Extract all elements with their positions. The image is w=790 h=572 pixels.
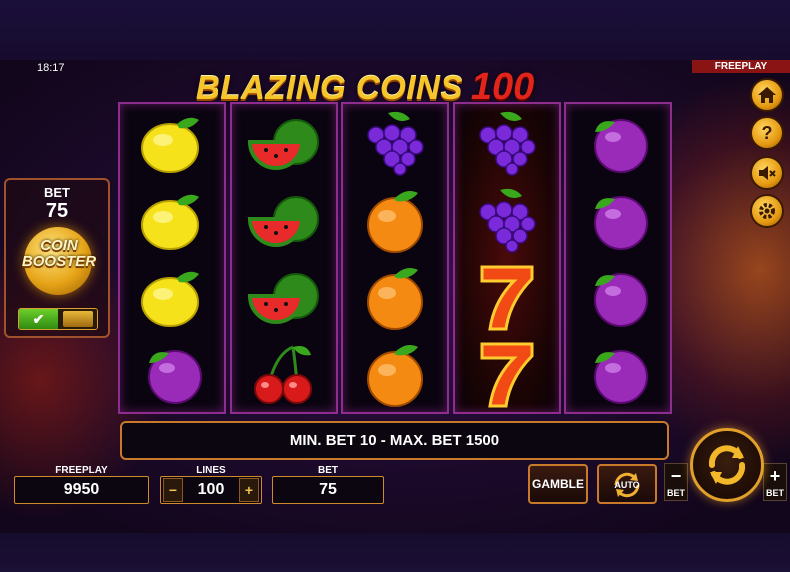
seven-symbol-icon bbox=[455, 258, 559, 335]
settings-button[interactable] bbox=[750, 194, 784, 228]
plum-symbol-icon bbox=[120, 335, 224, 412]
spin-button[interactable] bbox=[690, 428, 764, 502]
seven-symbol-icon bbox=[455, 335, 559, 412]
plum-symbol-icon bbox=[566, 181, 670, 258]
coin-booster-bet-label: BET bbox=[44, 185, 70, 200]
checkmark-icon: ✔ bbox=[19, 309, 58, 329]
auto-button[interactable]: AUTO bbox=[597, 464, 657, 504]
lemon-symbol-icon bbox=[120, 181, 224, 258]
game-stage: 18:17 FREEPLAY BLAZING COINS 100 BET 75 … bbox=[0, 60, 790, 533]
gamble-button[interactable]: GAMBLE bbox=[528, 464, 588, 504]
orange-symbol-icon bbox=[343, 258, 447, 335]
bet-label: BET bbox=[318, 465, 338, 476]
lemon-symbol-icon bbox=[120, 258, 224, 335]
home-icon bbox=[758, 87, 776, 103]
help-icon: ? bbox=[761, 122, 773, 143]
coin-booster-label: COIN BOOSTER bbox=[21, 237, 97, 270]
watermelon-symbol-icon bbox=[232, 104, 336, 181]
bet-limits-message: MIN. BET 10 - MAX. BET 1500 bbox=[120, 421, 669, 460]
watermelon-symbol-icon bbox=[232, 181, 336, 258]
settings-icon bbox=[759, 203, 775, 219]
lines-decrease-button[interactable]: − bbox=[163, 478, 183, 502]
sound-button[interactable] bbox=[750, 156, 784, 190]
freeplay-balance: 9950 bbox=[14, 476, 149, 504]
bet-decrease-caption: BET bbox=[667, 488, 685, 498]
toggle-knob bbox=[58, 309, 97, 329]
home-button[interactable] bbox=[750, 78, 784, 112]
freeplay-label: FREEPLAY bbox=[55, 465, 108, 476]
bet-increase-button[interactable]: + BET bbox=[763, 463, 787, 501]
auto-label: AUTO bbox=[614, 480, 640, 490]
reel-3 bbox=[341, 102, 449, 414]
help-button[interactable]: ? bbox=[750, 116, 784, 150]
plum-symbol-icon bbox=[566, 104, 670, 181]
watermelon-symbol-icon bbox=[232, 258, 336, 335]
bet-increase-symbol: + bbox=[769, 466, 781, 486]
plum-symbol-icon bbox=[566, 335, 670, 412]
coin-booster-toggle[interactable]: ✔ bbox=[18, 308, 98, 330]
reel-5 bbox=[564, 102, 672, 414]
coin-booster-panel: BET 75 COIN BOOSTER ✔ bbox=[4, 178, 110, 338]
sound-off-icon bbox=[759, 166, 776, 180]
top-letterbox bbox=[0, 0, 790, 60]
lines-label: LINES bbox=[196, 465, 226, 476]
bottom-letterbox bbox=[0, 533, 790, 572]
reel-2 bbox=[230, 102, 338, 414]
cherry-symbol-icon bbox=[232, 335, 336, 412]
game-logo: BLAZING COINS 100 bbox=[196, 66, 534, 108]
lemon-symbol-icon bbox=[120, 104, 224, 181]
clock: 18:17 bbox=[37, 62, 65, 74]
lines-increase-button[interactable]: + bbox=[239, 478, 259, 502]
grapes-symbol-icon bbox=[455, 181, 559, 258]
reel-grid bbox=[118, 102, 672, 414]
bet-decrease-symbol: − bbox=[670, 466, 682, 486]
coin-booster-bet-value: 75 bbox=[45, 200, 69, 222]
orange-symbol-icon bbox=[343, 181, 447, 258]
freeplay-mode-tag: FREEPLAY bbox=[692, 60, 790, 73]
bet-decrease-button[interactable]: − BET bbox=[664, 463, 688, 501]
reel-1 bbox=[118, 102, 226, 414]
spin-icon bbox=[708, 445, 746, 485]
bet-increase-caption: BET bbox=[766, 488, 784, 498]
bet-value: 75 bbox=[272, 476, 384, 504]
orange-symbol-icon bbox=[343, 335, 447, 412]
plum-symbol-icon bbox=[566, 258, 670, 335]
grapes-symbol-icon bbox=[343, 104, 447, 181]
grapes-symbol-icon bbox=[455, 104, 559, 181]
reel-4 bbox=[453, 102, 561, 414]
